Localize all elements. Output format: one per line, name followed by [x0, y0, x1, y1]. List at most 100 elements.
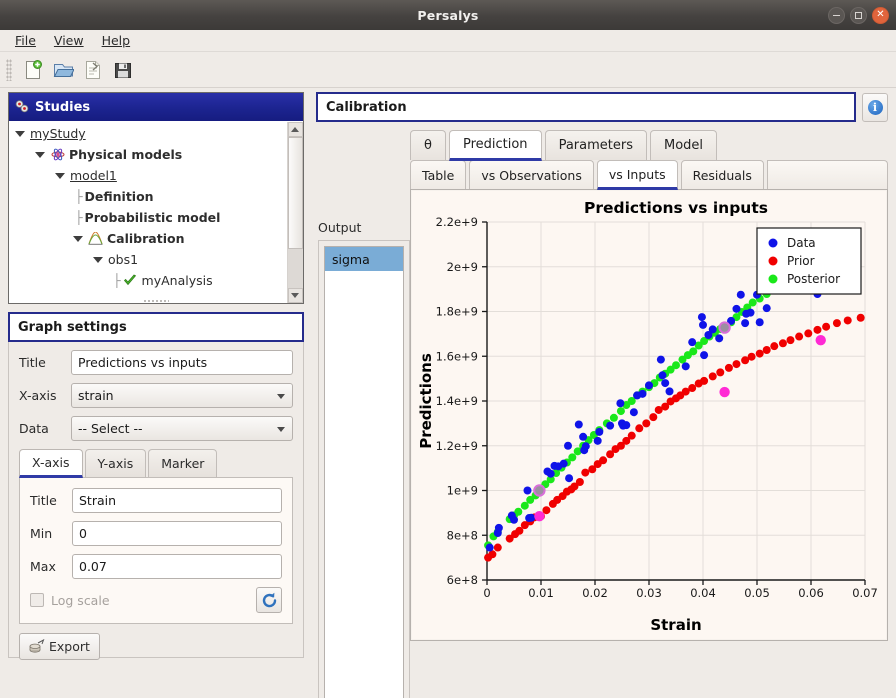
menu-file-label: File	[15, 33, 36, 48]
log-scale-label: Log scale	[51, 592, 110, 608]
scroll-thumb[interactable]	[287, 137, 303, 249]
minimize-button[interactable]	[828, 7, 845, 24]
log-scale-row: Log scale	[30, 587, 282, 613]
axis-min-label: Min	[30, 526, 53, 541]
scroll-up-button[interactable]	[287, 122, 303, 137]
refresh-button[interactable]	[256, 587, 282, 613]
menu-help[interactable]: Help	[93, 31, 140, 50]
tree-node-label: Probabilistic model	[84, 210, 221, 225]
tree-node-physical-models[interactable]: Physical models	[9, 144, 303, 165]
tab-table-label: Table	[422, 167, 455, 183]
menu-view[interactable]: View	[45, 31, 93, 50]
panel-resize-handle[interactable]	[143, 299, 169, 304]
tree-node-label: model1	[70, 168, 117, 183]
scroll-down-button[interactable]	[287, 288, 303, 303]
save-icon	[115, 62, 131, 78]
svg-text:8e+8: 8e+8	[447, 528, 478, 542]
chevron-down-icon[interactable]	[277, 394, 285, 399]
menu-view-label: View	[53, 33, 84, 48]
svg-text:2e+9: 2e+9	[447, 260, 478, 274]
tree-node-mystudy[interactable]: myStudy	[9, 123, 303, 144]
axis-min-input[interactable]: 0	[72, 521, 282, 546]
plot-container[interactable]: Predictions vs inputs 0 0.01 0.02 0.03 0.04 0.…	[415, 194, 883, 636]
tab-vs-inputs[interactable]: vs Inputs	[596, 160, 678, 190]
info-button[interactable]: i	[862, 92, 888, 122]
svg-text:1.2e+9: 1.2e+9	[436, 439, 478, 453]
import-button[interactable]	[78, 56, 108, 84]
info-icon: i	[867, 99, 883, 115]
predictions-vs-inputs-chart[interactable]: Predictions vs inputs 0 0.01 0.02 0.03 0.04 0.…	[415, 194, 881, 636]
svg-text:0.03: 0.03	[636, 586, 662, 600]
export-icon	[29, 639, 45, 653]
tab-y-axis[interactable]: Y-axis	[84, 449, 147, 477]
svg-text:0: 0	[483, 586, 490, 600]
tab-x-axis-label: X-axis	[32, 455, 70, 470]
tree-node-definition[interactable]: ├ Definition	[9, 186, 303, 207]
save-button[interactable]	[108, 56, 138, 84]
log-scale-checkbox[interactable]	[30, 593, 44, 607]
new-study-icon	[26, 59, 42, 79]
menu-file[interactable]: File	[6, 31, 45, 50]
axis-title-value: Strain	[79, 493, 117, 508]
x-axis-select[interactable]: strain	[71, 383, 293, 408]
graph-settings-content: Title Predictions vs inputs X-axis strai…	[9, 341, 303, 668]
tab-residuals-label: Residuals	[692, 167, 752, 183]
axis-max-input[interactable]: 0.07	[72, 554, 282, 579]
svg-text:0.05: 0.05	[744, 586, 770, 600]
maximize-button[interactable]	[850, 7, 867, 24]
tree-node-probabilistic-model[interactable]: ├ Probabilistic model	[9, 207, 303, 228]
tab-x-axis[interactable]: X-axis	[19, 449, 83, 478]
data-select-value: -- Select --	[78, 421, 143, 436]
app-body: Studies myStudy Physical models model1 ├…	[0, 88, 896, 698]
svg-text:Strain: Strain	[650, 616, 701, 634]
tree-node-label: Definition	[84, 189, 154, 204]
tree-node-myanalysis[interactable]: ├ myAnalysis	[9, 270, 303, 291]
close-button[interactable]: ✕	[872, 7, 889, 24]
left-column: Studies myStudy Physical models model1 ├…	[8, 92, 304, 662]
tab-table[interactable]: Table	[410, 160, 467, 189]
tab-prediction[interactable]: Prediction	[448, 130, 542, 161]
tab-residuals[interactable]: Residuals	[680, 160, 764, 189]
plot-frame: Predictions vs inputs 0 0.01 0.02 0.03 0.04 0.…	[410, 189, 888, 641]
new-study-button[interactable]	[18, 56, 48, 84]
distribution-icon	[88, 232, 103, 246]
axis-max-row: Max 0.07	[30, 554, 282, 579]
graph-title-input[interactable]: Predictions vs inputs	[71, 350, 293, 375]
tab-model[interactable]: Model	[649, 130, 718, 160]
tree-node-model1[interactable]: model1	[9, 165, 303, 186]
chevron-down-icon[interactable]	[35, 151, 45, 158]
tab-marker-label: Marker	[161, 456, 205, 471]
chevron-down-icon[interactable]	[277, 427, 285, 432]
tree-node-obs1[interactable]: obs1	[9, 249, 303, 270]
tree-node-calibration[interactable]: Calibration	[9, 228, 303, 249]
outer-tabbar: θ Prediction Parameters Model	[410, 130, 888, 161]
tree-vertical-scrollbar[interactable]	[287, 122, 303, 303]
svg-text:0.06: 0.06	[798, 586, 824, 600]
tab-y-axis-label: Y-axis	[97, 456, 134, 471]
tab-vs-observations[interactable]: vs Observations	[469, 160, 594, 189]
chevron-down-icon[interactable]	[15, 130, 25, 137]
menubar: File View Help	[0, 30, 896, 52]
tab-theta[interactable]: θ	[410, 130, 446, 160]
open-button[interactable]	[48, 56, 78, 84]
toolbar-grip[interactable]	[6, 58, 12, 81]
axis-min-value: 0	[79, 526, 87, 541]
tree-node-label: myStudy	[30, 126, 86, 141]
svg-text:0.07: 0.07	[852, 586, 878, 600]
svg-text:0.01: 0.01	[528, 586, 554, 600]
chevron-down-icon[interactable]	[73, 235, 83, 242]
export-button[interactable]: Export	[19, 633, 100, 660]
tab-marker[interactable]: Marker	[148, 449, 218, 477]
chevron-down-icon[interactable]	[55, 172, 65, 179]
tab-parameters[interactable]: Parameters	[544, 130, 647, 160]
scroll-track[interactable]	[287, 137, 303, 288]
data-select[interactable]: -- Select --	[71, 416, 293, 441]
svg-text:2.2e+9: 2.2e+9	[436, 215, 478, 229]
svg-text:Data: Data	[787, 236, 816, 250]
refresh-icon	[262, 592, 276, 607]
right-column: Calibration i θ Prediction Parameters Mo…	[316, 92, 888, 641]
x-axis-tab-pane: Title Strain Min 0 Max 0.07 Log scale	[19, 477, 293, 624]
svg-text:0.04: 0.04	[690, 586, 716, 600]
chevron-down-icon[interactable]	[93, 256, 103, 263]
axis-title-input[interactable]: Strain	[72, 488, 282, 513]
